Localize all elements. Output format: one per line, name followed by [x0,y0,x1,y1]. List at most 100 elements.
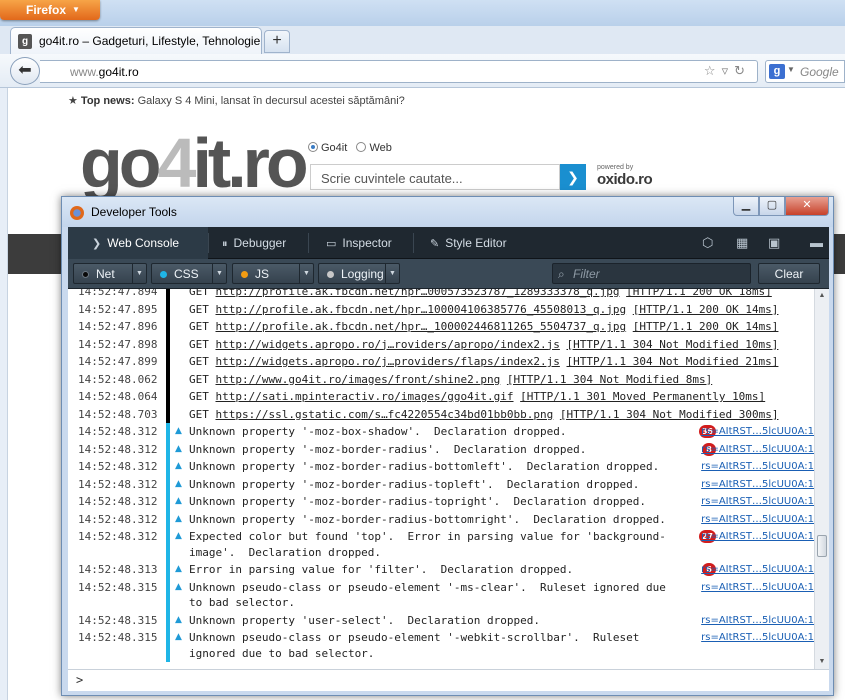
console-network-row[interactable]: 14:52:47.898 GET http://widgets.apropo.ro… [68,335,814,353]
search-icon: ⌕ [558,267,565,281]
console-network-row[interactable]: 14:52:47.896 GET http://profile.ak.fbcdn.… [68,318,814,336]
google-icon[interactable]: g [769,64,785,79]
dock-window-icon[interactable]: ▬ [810,235,823,250]
response-status[interactable]: [HTTP/1.1 200 OK 18ms] [626,289,772,298]
request-url[interactable]: http://widgets.apropo.ro/j…providers/fla… [216,355,560,368]
response-status[interactable]: [HTTP/1.1 304 Not Modified 10ms] [567,338,779,351]
console-network-row[interactable]: 14:52:48.062 GET http://www.go4it.ro/imag… [68,370,814,388]
reload-icon[interactable]: ↻ [734,63,751,78]
back-button[interactable]: ⬅ [10,57,40,85]
new-tab-button[interactable]: + [264,30,290,53]
top-news[interactable]: ★ Top news: Galaxy S 4 Mini, lansat în d… [68,94,405,107]
console-css-warning-row[interactable]: 14:52:48.313 ▲ Error in parsing value for … [68,561,814,579]
console-network-row[interactable]: 14:52:47.895 GET http://profile.ak.fbcdn.… [68,300,814,318]
filter-css-button[interactable]: CSS ▼ [151,263,227,284]
request-url[interactable]: http://profile.ak.fbcdn.net/hpr…00057352… [216,289,620,298]
console-css-warning-row[interactable]: 14:52:48.312 ▲ Unknown property '-moz-bord… [68,440,814,458]
responsive-view-icon[interactable]: ▣ [768,235,780,251]
category-bar [166,611,170,629]
browser-search-box[interactable]: g ▼ Google [765,60,845,83]
console-css-warning-row[interactable]: 14:52:48.312 ▲ Unknown property '-moz-bord… [68,458,814,476]
source-link[interactable]: rs=AItRST…5lcUU0A:1 [701,630,814,646]
console-output[interactable]: 14:52:47.894 GET http://profile.ak.fbcdn.… [68,289,829,669]
console-input[interactable]: > [68,669,829,691]
response-status[interactable]: [HTTP/1.1 200 OK 14ms] [633,303,779,316]
console-css-warning-row[interactable]: 14:52:48.315 ▲ Unknown pseudo-class or pse… [68,629,814,662]
source-link[interactable]: rs=AItRST…5lcUU0A:1 [701,477,814,493]
chevron-down-icon[interactable]: ▼ [299,264,313,283]
chevron-down-icon[interactable]: ▼ [212,264,226,283]
close-button[interactable]: ✕ [785,197,829,216]
response-status[interactable]: [HTTP/1.1 301 Moved Permanently 10ms] [520,390,765,403]
bookmark-star-icon[interactable]: ☆ [704,63,722,78]
scroll-up-icon[interactable]: ▲ [816,289,828,303]
console-network-row[interactable]: 14:52:48.703 GET https://ssl.gstatic.com/… [68,405,814,423]
request-url[interactable]: http://widgets.apropo.ro/j…roviders/apro… [216,338,560,351]
tab-divider [413,233,414,253]
source-link[interactable]: rs=AItRST…5lcUU0A:1 [701,529,814,545]
radio-go4it[interactable] [308,142,318,152]
tab-web-console[interactable]: ❯ Web Console [68,227,208,259]
console-network-row[interactable]: 14:52:47.894 GET http://profile.ak.fbcdn.… [68,289,814,301]
http-method: GET [189,355,209,368]
radio-web[interactable] [356,142,367,152]
site-search-input[interactable]: Scrie cuvintele cautate... [310,164,560,190]
console-css-warning-row[interactable]: 14:52:48.315 ▲ Unknown property 'user-sele… [68,611,814,629]
source-link[interactable]: rs=AItRST…5lcUU0A:1 [701,562,814,578]
filter-logging-button[interactable]: Logging ▼ [318,263,400,284]
chevron-down-icon[interactable]: ▼ [385,264,399,283]
scroll-down-icon[interactable]: ▼ [816,655,828,669]
message: Unknown property '-moz-border-radius-bot… [189,460,660,473]
tab-go4it[interactable]: g go4it.ro – Gadgeturi, Lifestyle, Tehno… [10,27,262,54]
source-link[interactable]: rs=AItRST…5lcUU0A:1 [701,613,814,629]
devtools-titlebar[interactable]: Developer Tools ▁ ▢ ✕ [62,197,833,227]
source-link[interactable]: rs=AItRST…5lcUU0A:1 [701,442,814,458]
source-link[interactable]: rs=AItRST…5lcUU0A:1 [701,424,814,440]
request-url[interactable]: http://profile.ak.fbcdn.net/hpr…10000410… [216,303,627,316]
chevron-down-icon[interactable]: ▼ [787,65,795,74]
oxido-logo[interactable]: oxido.ro [597,171,653,188]
top-news-text[interactable]: Galaxy S 4 Mini, lansat în decursul aces… [138,95,405,107]
console-css-warning-row[interactable]: 14:52:48.312 ▲ Expected color but found 't… [68,528,814,561]
console-filter-input[interactable]: ⌕ Filter [552,263,751,284]
chevron-down-icon[interactable]: ▼ [132,264,146,283]
site-search-button[interactable]: ❯ [560,164,586,190]
console-network-row[interactable]: 14:52:47.899 GET http://widgets.apropo.ro… [68,353,814,371]
window-buttons: ▁ ▢ ✕ [733,197,829,217]
console-css-warning-row[interactable]: 14:52:48.315 ▲ Unknown pseudo-class or pse… [68,578,814,612]
console-network-row[interactable]: 14:52:48.064 GET http://sati.mpinteractiv… [68,388,814,406]
source-link[interactable]: rs=AItRST…5lcUU0A:1 [701,580,814,596]
response-status[interactable]: [HTTP/1.1 304 Not Modified 300ms] [560,408,779,421]
request-url[interactable]: http://profile.ak.fbcdn.net/hpr…_1000024… [216,320,627,333]
console-css-warning-row[interactable]: 14:52:48.312 ▲ Unknown property '-moz-bord… [68,493,814,511]
request-url[interactable]: http://sati.mpinteractiv.ro/images/ggo4i… [216,390,514,403]
url-bar[interactable]: www.go4it.ro ☆▿↻ [40,60,758,83]
scrollbar-thumb[interactable] [817,535,827,557]
tab-inspector[interactable]: ▭ Inspector [320,227,420,259]
scratchpad-icon[interactable]: ▦ [736,235,748,251]
console-css-warning-row[interactable]: 14:52:48.312 ▲ Unknown property '-moz-bord… [68,510,814,528]
firefox-menu-button[interactable]: Firefox ▼ [0,0,100,20]
minimize-button[interactable]: ▁ [733,197,759,216]
console-css-warning-row[interactable]: 14:52:48.312 ▲ Unknown property '-moz-bord… [68,475,814,493]
tab-style-editor[interactable]: ✎ Style Editor [424,227,534,259]
source-link[interactable]: rs=AItRST…5lcUU0A:1 [701,512,814,528]
source-link[interactable]: rs=AItRST…5lcUU0A:1 [701,459,814,475]
clear-button[interactable]: Clear [758,263,820,284]
cube-3d-view-icon[interactable]: ⬡ [702,235,713,251]
dropdown-arrow-icon[interactable]: ▿ [722,63,735,78]
request-url[interactable]: http://www.go4it.ro/images/front/shine2.… [216,373,501,386]
response-status[interactable]: [HTTP/1.1 200 OK 14ms] [633,320,779,333]
plus-icon: + [272,32,282,49]
request-url[interactable]: https://ssl.gstatic.com/s…fc4220554c34bd… [216,408,554,421]
console-scrollbar[interactable]: ▲ ▼ [814,289,829,669]
filter-net-button[interactable]: Net ▼ [73,263,147,284]
source-link[interactable]: rs=AItRST…5lcUU0A:1 [701,494,814,510]
maximize-button[interactable]: ▢ [759,197,785,216]
site-logo[interactable]: go4it.ro [80,128,309,198]
console-css-warning-row[interactable]: 14:52:48.312 ▲ Unknown property '-moz-box-… [68,423,814,441]
filter-js-button[interactable]: JS ▼ [232,263,314,284]
response-status[interactable]: [HTTP/1.1 304 Not Modified 21ms] [567,355,779,368]
tab-debugger[interactable]: ⏸ Debugger [214,227,314,259]
response-status[interactable]: [HTTP/1.1 304 Not Modified 8ms] [507,373,712,386]
